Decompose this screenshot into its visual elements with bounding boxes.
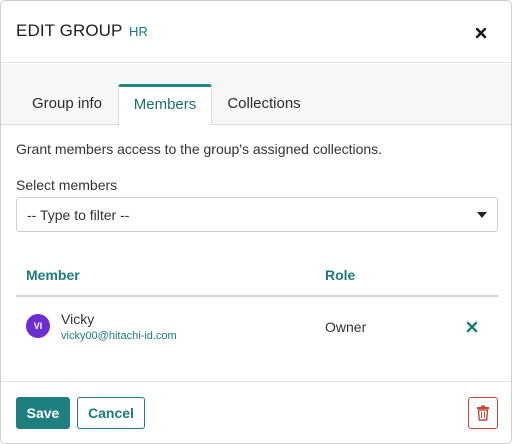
dialog-body: Group info Members Collections Grant mem… [1, 64, 511, 381]
close-button[interactable] [473, 25, 489, 41]
remove-member-button[interactable] [466, 320, 478, 333]
members-tab-panel: Grant members access to the group's assi… [1, 124, 511, 381]
dialog-header: EDIT GROUP HR [1, 1, 511, 63]
member-role: Owner [325, 319, 367, 335]
trash-icon [477, 405, 489, 421]
avatar: VI [26, 314, 50, 338]
dialog-title-text: EDIT GROUP [16, 21, 123, 40]
dialog-title: EDIT GROUP HR [16, 21, 148, 41]
dialog-footer: Save Cancel [1, 381, 511, 443]
table-row: VI Vicky vicky00@hitachi-id.com Owner [16, 297, 498, 355]
tab-collections[interactable]: Collections [212, 84, 316, 125]
select-members-dropdown[interactable]: -- Type to filter -- [16, 197, 498, 232]
members-description: Grant members access to the group's assi… [16, 141, 383, 157]
tab-members[interactable]: Members [118, 84, 212, 126]
edit-group-dialog: EDIT GROUP HR Group info Members Collect… [0, 0, 512, 444]
cancel-button[interactable]: Cancel [77, 397, 145, 429]
chevron-down-icon [477, 212, 487, 218]
select-members-placeholder: -- Type to filter -- [27, 207, 130, 223]
group-name-subtitle: HR [129, 24, 148, 39]
select-members-label: Select members [16, 177, 118, 193]
column-header-member: Member [26, 267, 80, 283]
close-icon [475, 27, 487, 39]
member-email: vicky00@hitachi-id.com [61, 330, 177, 342]
member-name: Vicky [61, 311, 95, 327]
tab-group-info[interactable]: Group info [16, 84, 118, 125]
remove-icon [466, 321, 478, 333]
column-header-role: Role [325, 267, 356, 283]
save-button[interactable]: Save [16, 397, 70, 429]
delete-group-button[interactable] [468, 397, 498, 429]
